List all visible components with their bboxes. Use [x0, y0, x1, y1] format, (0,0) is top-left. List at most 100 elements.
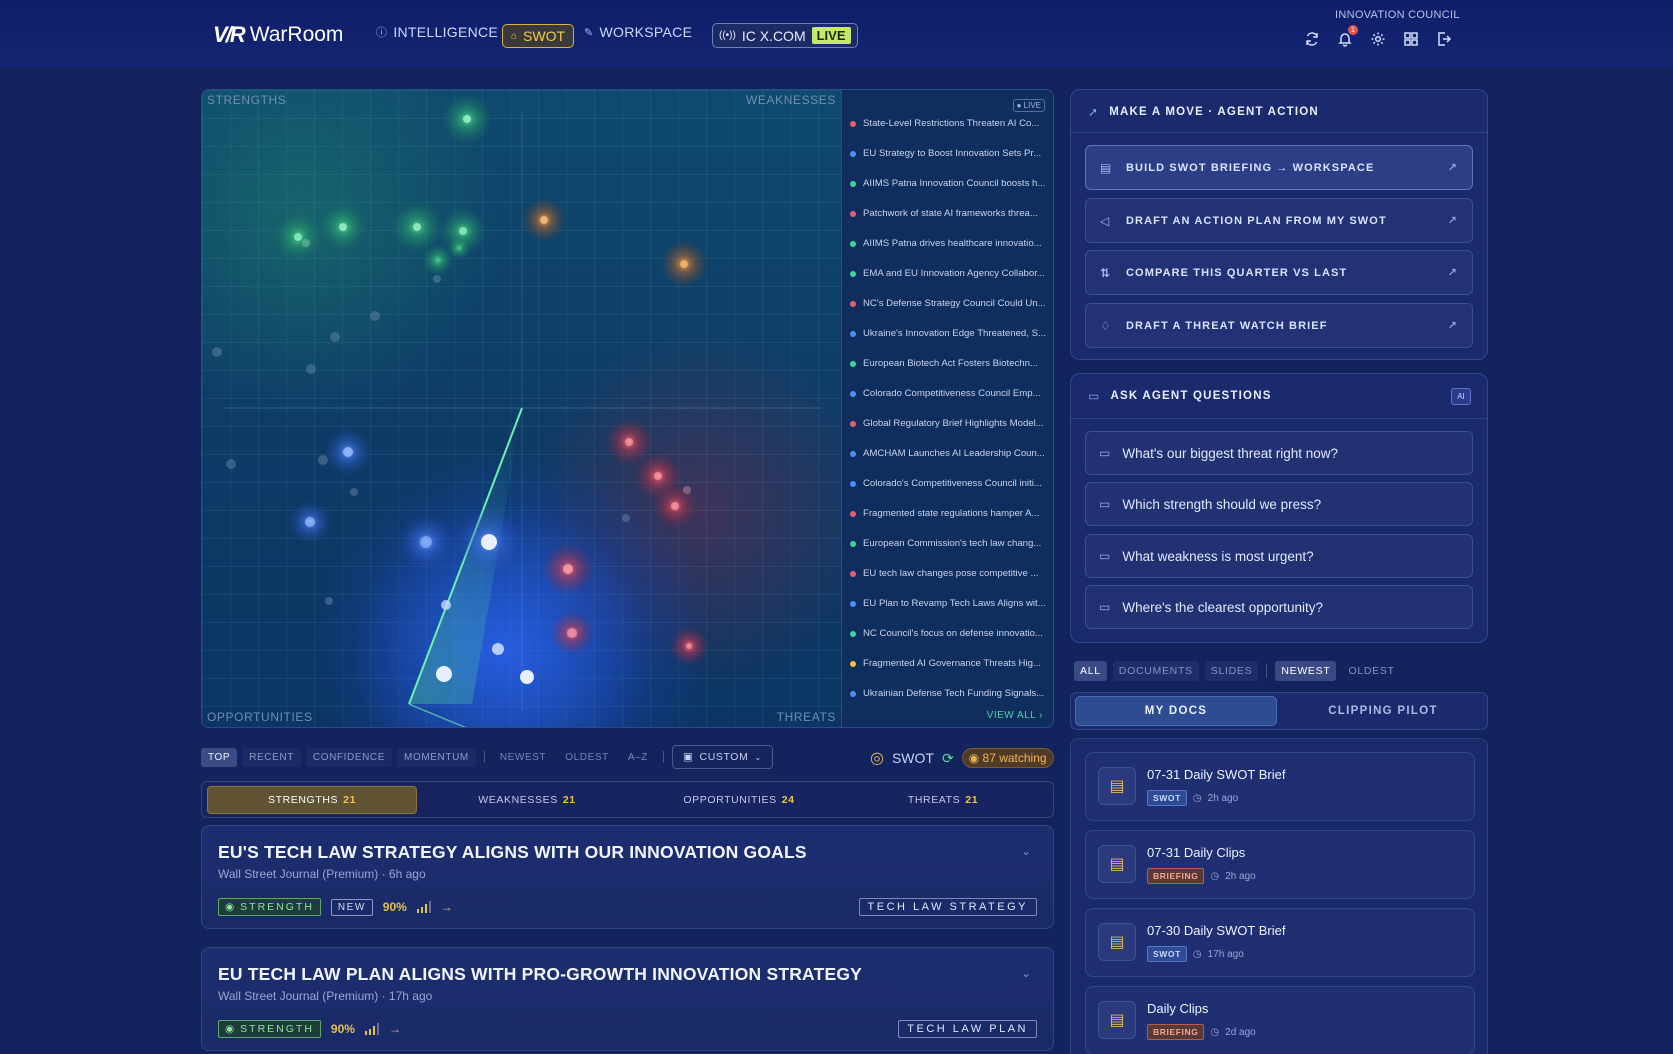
- topic-tag[interactable]: TECH LAW STRATEGY: [858, 898, 1037, 916]
- top-bar: V/R WarRoom ⓘ INTELLIGENCE ⌂ SWOT ✎ WORK…: [0, 0, 1673, 68]
- view-all-label: VIEW ALL: [986, 710, 1036, 721]
- dot-icon: ◉: [225, 1023, 237, 1035]
- bell-icon: ♢: [1100, 318, 1112, 333]
- nav-swot[interactable]: ⌂ SWOT: [502, 24, 575, 48]
- feed-item[interactable]: AIIMS Patna drives healthcare innovatio.…: [850, 238, 1050, 249]
- feed-item-text: Fragmented state regulations hamper A...: [863, 508, 1040, 519]
- nav-intelligence[interactable]: ⓘ INTELLIGENCE: [376, 24, 498, 40]
- filter-slides[interactable]: SLIDES: [1204, 661, 1259, 681]
- tab-strengths[interactable]: STRENGTHS 21: [207, 786, 417, 814]
- nav-workspace[interactable]: ✎ WORKSPACE: [584, 24, 692, 40]
- signal-card[interactable]: EU TECH LAW PLAN ALIGNS WITH PRO-GROWTH …: [201, 947, 1054, 1051]
- arrow-up-right-icon: ↗: [1447, 267, 1458, 279]
- question-weakness[interactable]: ▭ What weakness is most urgent?: [1085, 534, 1473, 578]
- status-dot-icon: [850, 330, 856, 337]
- doc-item[interactable]: ▤ 07-31 Daily SWOT Brief SWOT ◷ 2h ago: [1085, 752, 1475, 821]
- question-opportunity[interactable]: ▭ Where's the clearest opportunity?: [1085, 585, 1473, 629]
- feed-item-text: Ukrainian Defense Tech Funding Signals..…: [863, 688, 1045, 699]
- sort-top[interactable]: TOP: [201, 747, 238, 767]
- doc-time: 2d ago: [1225, 1026, 1256, 1038]
- sort-recent[interactable]: RECENT: [242, 747, 301, 767]
- feed-item[interactable]: NC Council's focus on defense innovatio.…: [850, 628, 1050, 639]
- action-compare-quarter[interactable]: ⇅ COMPARE THIS QUARTER VS LAST ↗: [1085, 250, 1473, 295]
- feed-item[interactable]: EMA and EU Innovation Agency Collabor...: [850, 268, 1050, 279]
- tab-my-docs[interactable]: MY DOCS: [1075, 696, 1277, 726]
- live-source-pill[interactable]: ((•)) IC X.COM LIVE: [712, 23, 858, 48]
- feed-item[interactable]: Ukraine's Innovation Edge Threatened, S.…: [850, 328, 1050, 339]
- custom-range-dropdown[interactable]: ▣ CUSTOM ⌄: [671, 745, 773, 769]
- sort-confidence[interactable]: CONFIDENCE: [305, 747, 393, 767]
- status-dot-icon: [850, 360, 856, 367]
- doc-filter-row: ALL DOCUMENTS SLIDES NEWEST OLDEST: [1074, 661, 1401, 681]
- feed-item[interactable]: Colorado's Competitiveness Council initi…: [850, 478, 1050, 489]
- arrow-right-icon: →: [388, 1022, 401, 1036]
- feed-item[interactable]: Global Regulatory Brief Highlights Model…: [850, 418, 1050, 429]
- action-threat-watch[interactable]: ♢ DRAFT A THREAT WATCH BRIEF ↗: [1085, 303, 1473, 348]
- status-dot-icon: [850, 660, 856, 667]
- filter-oldest[interactable]: OLDEST: [1342, 661, 1400, 681]
- tab-count: 21: [965, 794, 979, 806]
- arrow-right-icon: →: [440, 900, 453, 914]
- topic-tag[interactable]: TECH LAW PLAN: [898, 1020, 1037, 1038]
- broadcast-icon: ((•)): [719, 30, 736, 41]
- chevron-down-icon[interactable]: ⌄: [1021, 844, 1031, 858]
- tab-clipping-pilot[interactable]: CLIPPING PILOT: [1281, 696, 1485, 726]
- view-all-link[interactable]: VIEW ALL ›: [987, 710, 1043, 721]
- refresh-icon[interactable]: ⟳: [942, 750, 954, 767]
- feed-item[interactable]: Fragmented AI Governance Threats Hig...: [850, 658, 1050, 669]
- doc-item[interactable]: ▤ 07-31 Daily Clips BRIEFING ◷ 2h ago: [1085, 830, 1475, 899]
- feed-item[interactable]: European Commission's tech law chang...: [850, 538, 1050, 549]
- feed-item-text: EU tech law changes pose competitive ...: [863, 568, 1039, 579]
- refresh-icon[interactable]: [1302, 29, 1322, 49]
- signal-card[interactable]: EU'S TECH LAW STRATEGY ALIGNS WITH OUR I…: [201, 825, 1054, 929]
- grid-icon[interactable]: [1401, 29, 1421, 49]
- feed-item[interactable]: NC's Defense Strategy Council Could Un..…: [850, 298, 1050, 309]
- type-pill: ◉ STRENGTH: [218, 898, 321, 916]
- question-biggest-threat[interactable]: ▭ What's our biggest threat right now?: [1085, 431, 1473, 475]
- status-dot-icon: [850, 390, 856, 397]
- doc-item[interactable]: ▤ Daily Clips BRIEFING ◷ 2d ago: [1085, 986, 1475, 1054]
- feed-item-text: AMCHAM Launches AI Leadership Coun...: [863, 448, 1045, 459]
- sort-momentum[interactable]: MOMENTUM: [397, 747, 476, 767]
- signal-bars-icon: [364, 1023, 379, 1035]
- feed-item[interactable]: AIIMS Patna Innovation Council boosts h.…: [850, 178, 1050, 189]
- feed-item[interactable]: State-Level Restrictions Threaten AI Co.…: [850, 118, 1050, 129]
- filter-all[interactable]: ALL: [1074, 661, 1107, 681]
- feed-item[interactable]: Ukrainian Defense Tech Funding Signals..…: [850, 688, 1050, 699]
- chevron-down-icon[interactable]: ⌄: [1021, 966, 1031, 980]
- action-draft-plan[interactable]: ◁ DRAFT AN ACTION PLAN FROM MY SWOT ↗: [1085, 198, 1473, 243]
- tab-opportunities[interactable]: OPPORTUNITIES 24: [634, 786, 844, 814]
- sort-newest[interactable]: NEWEST: [493, 748, 553, 767]
- feed-item[interactable]: European Biotech Act Fosters Biotechn...: [850, 358, 1050, 369]
- action-build-briefing[interactable]: ▤ BUILD SWOT BRIEFING → WORKSPACE ↗: [1085, 145, 1473, 190]
- gear-icon[interactable]: [1368, 29, 1388, 49]
- swot-radar[interactable]: STRENGTHS WEAKNESSES OPPORTUNITIES THREA…: [202, 90, 841, 727]
- app-logo[interactable]: V/R WarRoom: [213, 22, 343, 48]
- feed-item[interactable]: EU tech law changes pose competitive ...: [850, 568, 1050, 579]
- tab-threats[interactable]: THREATS 21: [838, 786, 1048, 814]
- feed-item[interactable]: EU Plan to Revamp Tech Laws Aligns wit..…: [850, 598, 1050, 609]
- sort-oldest[interactable]: OLDEST: [558, 748, 616, 767]
- feed-item[interactable]: Colorado Competitiveness Council Emp...: [850, 388, 1050, 399]
- feed-item[interactable]: Fragmented state regulations hamper A...: [850, 508, 1050, 519]
- filter-newest[interactable]: NEWEST: [1275, 661, 1337, 681]
- doc-item[interactable]: ▤ 07-30 Daily SWOT Brief SWOT ◷ 17h ago: [1085, 908, 1475, 977]
- org-name: INNOVATION COUNCIL: [1335, 9, 1460, 21]
- bell-icon[interactable]: 1: [1335, 25, 1358, 49]
- feed-item[interactable]: EU Strategy to Boost Innovation Sets Pr.…: [850, 148, 1050, 159]
- logout-icon[interactable]: [1434, 29, 1454, 49]
- chat-icon: ▭: [1099, 549, 1111, 563]
- swot-status: ◎ SWOT ⟳ ◉ 87 watching: [870, 748, 1054, 768]
- chat-icon: ▭: [1099, 497, 1111, 511]
- feed-item-text: AIIMS Patna drives healthcare innovatio.…: [863, 238, 1042, 249]
- tab-weaknesses[interactable]: WEAKNESSES 21: [422, 786, 632, 814]
- feed-item[interactable]: AMCHAM Launches AI Leadership Coun...: [850, 448, 1050, 459]
- rocket-icon: ➚: [1088, 105, 1100, 119]
- clock-icon: ◷: [1192, 792, 1202, 804]
- doc-source-toggle: MY DOCS CLIPPING PILOT: [1070, 692, 1488, 730]
- question-strength[interactable]: ▭ Which strength should we press?: [1085, 482, 1473, 526]
- feed-item[interactable]: Patchwork of state AI frameworks threa..…: [850, 208, 1050, 219]
- filter-documents[interactable]: DOCUMENTS: [1112, 661, 1199, 681]
- logo-name: WarRoom: [249, 23, 344, 46]
- sort-az[interactable]: A–Z: [621, 748, 655, 767]
